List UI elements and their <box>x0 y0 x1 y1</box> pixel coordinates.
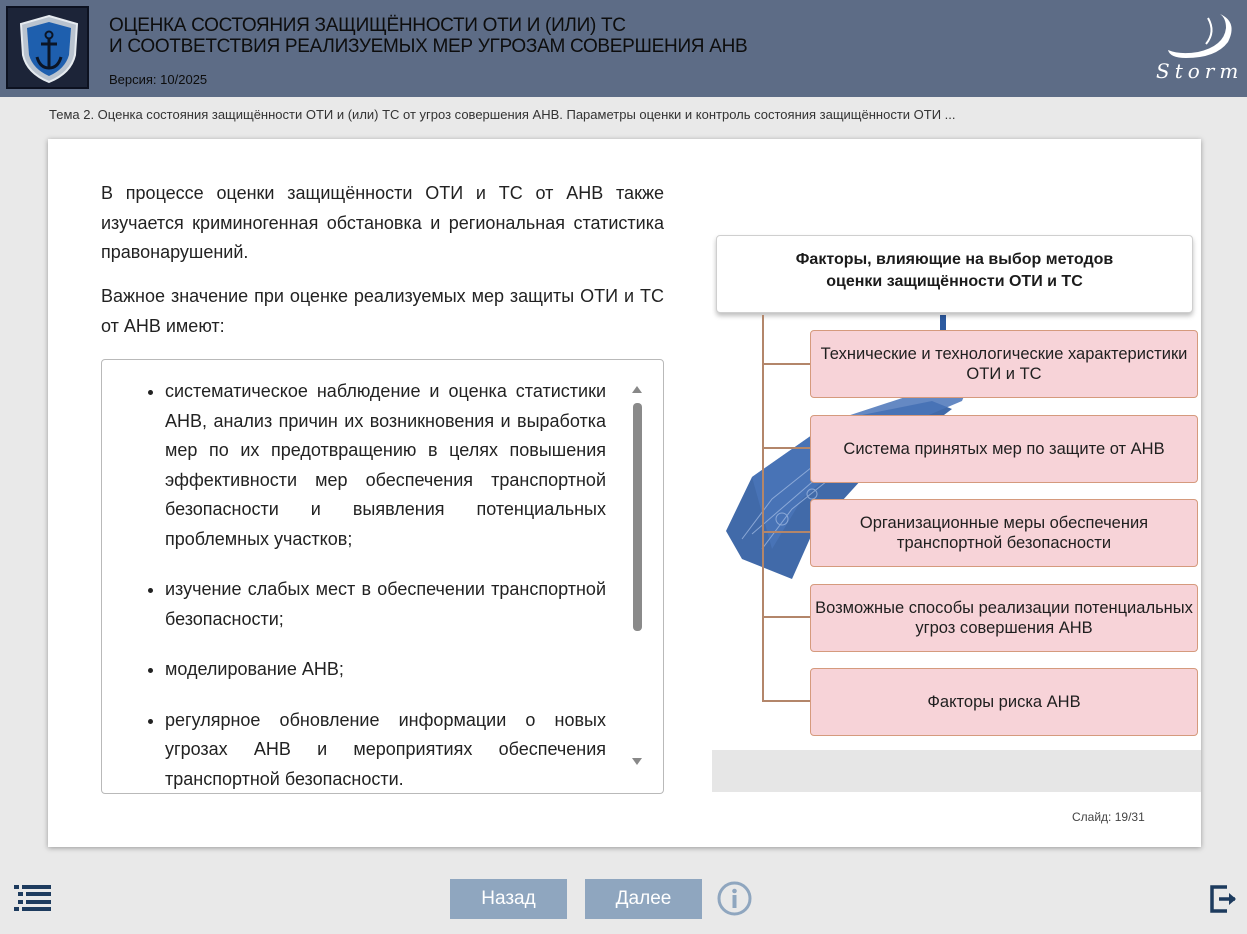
storm-logo: Storm <box>1156 14 1242 83</box>
scroll-up-arrow-icon[interactable] <box>632 386 642 393</box>
back-button[interactable]: Назад <box>450 879 567 919</box>
list-item: регулярное обновление информации о новых… <box>165 706 606 794</box>
list-item: изучение слабых мест в обеспечении транс… <box>165 575 606 634</box>
breadcrumb: Тема 2. Оценка состояния защищённости ОТ… <box>49 107 956 122</box>
course-title-line1: ОЦЕНКА СОСТОЯНИЯ ЗАЩИЩЁННОСТИ ОТИ И (ИЛИ… <box>109 15 626 36</box>
diagram-heading-line2: оценки защищённости ОТИ и ТС <box>826 273 1083 290</box>
connector-line <box>762 315 764 701</box>
factor-box: Технические и технологические характерис… <box>810 330 1198 398</box>
connector-branch <box>762 531 810 533</box>
next-button[interactable]: Далее <box>585 879 702 919</box>
course-title: ОЦЕНКА СОСТОЯНИЯ ЗАЩИЩЁННОСТИ ОТИ И (ИЛИ… <box>109 15 748 57</box>
diagram-heading-line1: Факторы, влияющие на выбор методов <box>795 251 1114 268</box>
course-logo <box>6 6 89 89</box>
list-item: систематическое наблюдение и оценка стат… <box>165 377 606 554</box>
header-bar: ОЦЕНКА СОСТОЯНИЯ ЗАЩИЩЁННОСТИ ОТИ И (ИЛИ… <box>0 0 1247 97</box>
scroll-down-arrow-icon[interactable] <box>632 758 642 765</box>
connector-branch <box>762 700 810 702</box>
slide-counter: Слайд: 19/31 <box>1072 810 1145 824</box>
menu-list-icon[interactable] <box>14 884 52 912</box>
factor-box: Система принятых мер по защите от АНВ <box>810 415 1198 483</box>
factor-box: Организационные меры обеспечения транспо… <box>810 499 1198 567</box>
bullet-list: систематическое наблюдение и оценка стат… <box>165 377 606 794</box>
info-icon[interactable] <box>717 881 752 916</box>
factor-box: Факторы риска АНВ <box>810 668 1198 736</box>
scrollbar-thumb[interactable] <box>633 403 642 631</box>
diagram-heading: Факторы, влияющие на выбор методов оценк… <box>716 235 1193 313</box>
slide-panel: В процессе оценки защищённости ОТИ и ТС … <box>48 139 1201 847</box>
list-item: моделирование АНВ; <box>165 655 606 685</box>
scrollable-list-box[interactable]: систематическое наблюдение и оценка стат… <box>101 359 664 794</box>
connector-branch <box>762 616 810 618</box>
factor-box: Возможные способы реализации потенциальн… <box>810 584 1198 652</box>
course-title-line2: И СООТВЕТСТВИЯ РЕАЛИЗУЕМЫХ МЕР УГРОЗАМ С… <box>109 36 748 57</box>
factors-diagram: Факторы, влияющие на выбор методов оценк… <box>712 139 1201 792</box>
exit-icon[interactable] <box>1209 884 1239 914</box>
paragraph-2: Важное значение при оценке реализуемых м… <box>101 286 664 336</box>
anchor-shield-icon <box>19 14 79 84</box>
connector-branch <box>762 363 810 365</box>
brand-name: Storm <box>1156 59 1242 83</box>
paragraph-1: В процессе оценки защищённости ОТИ и ТС … <box>101 183 664 262</box>
connector-branch <box>762 447 810 449</box>
version-label: Версия: 10/2025 <box>109 72 208 87</box>
